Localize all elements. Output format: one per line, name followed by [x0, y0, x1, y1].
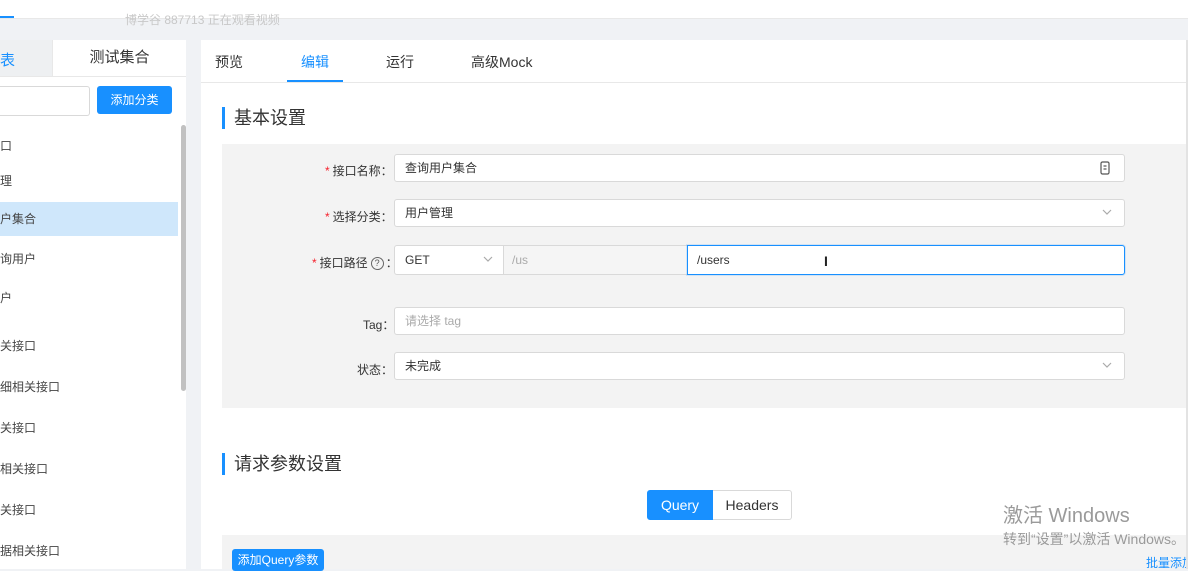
input-value: /users — [697, 253, 730, 267]
tag-select[interactable]: 请选择 tag — [394, 307, 1125, 335]
sidebar: 表 测试集合 添加分类 口 理 户集合 询用户 户 关接口 细相关接口 关接口 … — [0, 40, 186, 569]
tab-advanced-mock[interactable]: 高级Mock — [471, 52, 532, 72]
required-mark: * — [325, 210, 330, 224]
request-params-title: 请求参数设置 — [222, 453, 342, 475]
active-tab-indicator — [287, 80, 343, 82]
top-nav-indicator — [0, 16, 14, 18]
tab-preview[interactable]: 预览 — [215, 52, 243, 72]
interface-path-label: * 接口路径?： — [312, 254, 398, 271]
activation-subtitle: 转到“设置”以激活 Windows。 — [1003, 531, 1186, 547]
sidebar-item-label: 关接口 — [0, 503, 37, 517]
chevron-down-icon — [1102, 209, 1112, 215]
interface-name-input[interactable]: 查询用户集合 — [394, 154, 1125, 182]
main-panel: 预览 编辑 运行 高级Mock 基本设置 * 接口名称： 查询用户集合 * 选择分类… — [201, 40, 1188, 571]
windows-activation-notice: 激活 Windows 转到“设置”以激活 Windows。 — [1003, 504, 1185, 550]
editor-tabs: 预览 编辑 运行 高级Mock — [201, 40, 1188, 83]
add-category-button[interactable]: 添加分类 — [97, 86, 172, 114]
sidebar-item[interactable]: 关接口 — [0, 329, 178, 363]
sidebar-item-label: 口 — [0, 139, 13, 153]
category-label: * 选择分类： — [325, 208, 393, 225]
add-query-param-button[interactable]: 添加Query参数 — [232, 549, 324, 571]
interface-name-label: * 接口名称： — [325, 162, 393, 179]
label-text: 接口名称： — [332, 164, 393, 178]
query-tab-button[interactable]: Query — [647, 490, 713, 520]
document-icon — [1100, 161, 1110, 175]
required-mark: * — [325, 164, 330, 178]
sidebar-tab-interface-list[interactable]: 表 — [0, 40, 53, 77]
sidebar-tab-label: 表 — [0, 52, 16, 69]
http-method-select[interactable]: GET — [394, 245, 504, 275]
category-select[interactable]: 用户管理 — [394, 199, 1125, 227]
sidebar-item-label: 户 — [0, 291, 13, 305]
tab-edit[interactable]: 编辑 — [301, 52, 329, 72]
sidebar-tab-test-collection[interactable]: 测试集合 — [53, 40, 186, 77]
batch-add-link[interactable]: 批量添加 — [1146, 554, 1188, 571]
sidebar-item-label: 细相关接口 — [0, 380, 61, 394]
tag-label: Tag： — [363, 318, 395, 332]
select-value: 未完成 — [405, 359, 442, 373]
sidebar-item-label: 询用户 — [0, 252, 37, 266]
sidebar-scrollbar[interactable] — [181, 125, 186, 391]
status-select[interactable]: 未完成 — [394, 352, 1125, 380]
chevron-down-icon — [483, 256, 493, 262]
input-value: 查询用户集合 — [405, 161, 478, 175]
select-value: GET — [405, 253, 430, 267]
headers-tab-button[interactable]: Headers — [713, 490, 792, 520]
sidebar-item-label: 户集合 — [0, 212, 37, 226]
sidebar-item[interactable]: 相关接口 — [0, 452, 178, 486]
sidebar-item[interactable]: 关接口 — [0, 411, 178, 445]
sidebar-item[interactable]: 关接口 — [0, 493, 178, 527]
path-prefix: /us — [504, 245, 687, 275]
sidebar-item-label: 据相关接口 — [0, 544, 61, 558]
sidebar-item[interactable]: 口 — [0, 129, 178, 163]
select-value: 用户管理 — [405, 206, 454, 220]
tab-run[interactable]: 运行 — [386, 52, 414, 72]
chevron-down-icon — [1102, 362, 1112, 368]
sidebar-item-label: 相关接口 — [0, 462, 49, 476]
sidebar-search-input[interactable] — [0, 86, 90, 116]
sidebar-item[interactable]: 询用户 — [0, 242, 178, 276]
sidebar-item-label: 理 — [0, 174, 13, 188]
sidebar-item-label: 关接口 — [0, 339, 37, 353]
video-watermark: 博学谷 887713 正在观看视频 — [125, 13, 280, 27]
select-placeholder: 请选择 tag — [405, 314, 462, 328]
required-mark: * — [312, 256, 317, 270]
sidebar-item[interactable]: 户 — [0, 281, 178, 315]
basic-settings-form: * 接口名称： 查询用户集合 * 选择分类： 用户管理 * 接口路径?： GET /u… — [222, 144, 1188, 408]
text-cursor-icon: I — [824, 253, 828, 269]
activation-title: 激活 Windows — [1003, 505, 1130, 527]
sidebar-item-label: 关接口 — [0, 421, 37, 435]
top-header: 博学谷 887713 正在观看视频 — [0, 0, 1188, 27]
sidebar-item[interactable]: 理 — [0, 164, 178, 198]
label-text: 接口路径 — [319, 256, 368, 270]
sidebar-item[interactable]: 细相关接口 — [0, 370, 178, 404]
sidebar-item-active[interactable]: 户集合 — [0, 202, 178, 236]
sidebar-item[interactable]: 据相关接口 — [0, 534, 178, 568]
status-label: 状态： — [357, 363, 394, 377]
path-input[interactable]: /users I — [687, 245, 1125, 275]
help-icon[interactable]: ? — [370, 257, 384, 270]
label-text: 选择分类： — [332, 210, 393, 224]
basic-settings-title: 基本设置 — [222, 107, 306, 129]
